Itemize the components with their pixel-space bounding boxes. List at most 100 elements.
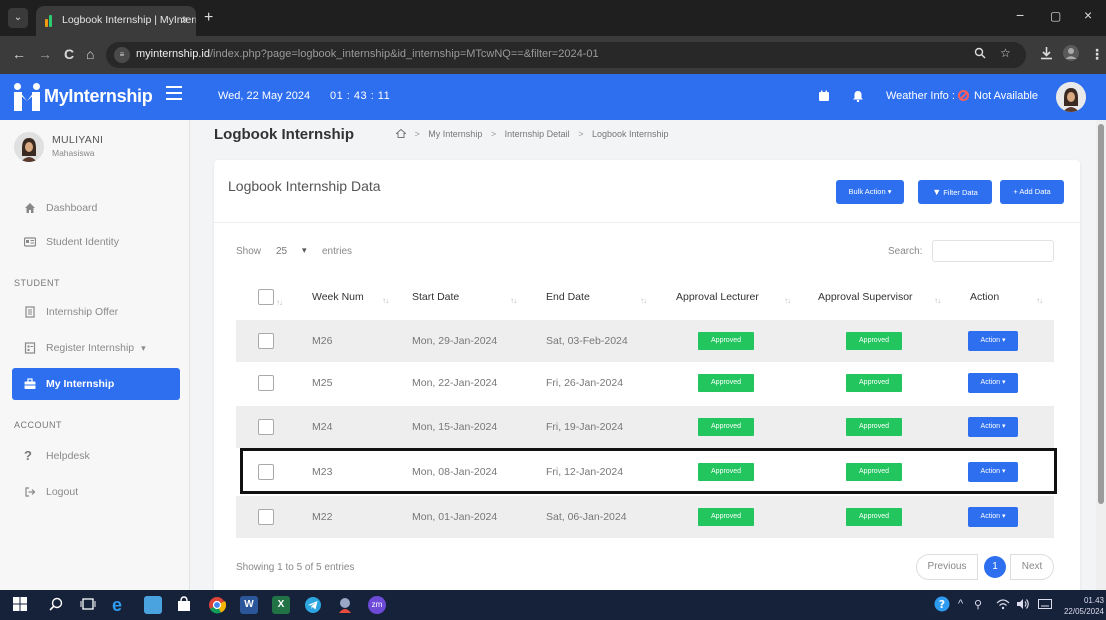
row-checkbox[interactable] [258, 419, 274, 435]
current-time: 01 : 43 : 11 [330, 90, 391, 102]
store-icon[interactable] [176, 596, 194, 614]
wifi-icon[interactable] [996, 598, 1010, 613]
bulk-action-button[interactable]: Bulk Action ▾ [836, 180, 904, 204]
zoom-icon[interactable] [974, 47, 986, 62]
back-icon[interactable]: ← [12, 46, 26, 62]
sort-icon[interactable]: ↑↓ [510, 296, 517, 305]
sidebar-item-my-internship[interactable]: My Internship [12, 368, 180, 400]
window-close-icon[interactable]: × [1084, 7, 1092, 23]
sort-icon[interactable]: ↑↓ [276, 298, 283, 307]
column-header-approval-lecturer[interactable]: Approval Lecturer [676, 291, 759, 303]
windows-start-icon[interactable] [12, 596, 30, 614]
sidebar-item-logout[interactable]: Logout [12, 476, 180, 508]
select-all-checkbox[interactable] [258, 289, 274, 305]
sidebar-item-student-identity[interactable]: Student Identity [12, 226, 180, 258]
address-bar[interactable]: ≡ myinternship.id/index.php?page=logbook… [106, 42, 1026, 68]
column-header-end-date[interactable]: End Date [546, 291, 590, 303]
search-input[interactable] [932, 240, 1054, 262]
table-header: ↑↓ Week Num ↑↓ Start Date ↑↓ End Date ↑↓… [236, 278, 1054, 316]
sort-icon[interactable]: ↑↓ [934, 296, 941, 305]
site-info-icon[interactable]: ≡ [114, 47, 130, 63]
reload-icon[interactable]: C [64, 46, 74, 62]
row-action-button[interactable]: Action ▾ [968, 417, 1018, 437]
pagination-previous[interactable]: Previous [916, 554, 978, 580]
column-header-start-date[interactable]: Start Date [412, 291, 459, 303]
tab-close-icon[interactable]: × [181, 13, 188, 27]
telegram-icon[interactable] [304, 596, 322, 614]
row-checkbox[interactable] [258, 464, 274, 480]
approval-supervisor-badge: Approved [846, 332, 902, 350]
new-tab-button[interactable]: + [204, 9, 213, 27]
row-action-button[interactable]: Action ▾ [968, 507, 1018, 527]
browser-tab-bar: ⌄ Logbook Internship | MyIntern × + − ▢ … [0, 0, 1106, 36]
sort-icon[interactable]: ↑↓ [1036, 296, 1043, 305]
network-icon[interactable]: ⚲ [974, 598, 982, 611]
breadcrumb-home-icon[interactable] [395, 128, 407, 138]
calendar-icon[interactable] [818, 90, 830, 102]
sidebar-item-register-internship[interactable]: Register Internship ▾ [12, 332, 180, 364]
logbook-card: Logbook Internship Data Bulk Action ▾ ▼ … [214, 160, 1080, 596]
help-icon[interactable]: ? [934, 596, 950, 615]
sort-icon[interactable]: ↑↓ [784, 296, 791, 305]
download-icon[interactable] [1040, 46, 1053, 63]
pagination-page-1[interactable]: 1 [984, 556, 1006, 578]
chrome-icon[interactable] [208, 596, 227, 614]
search-icon[interactable] [48, 596, 66, 614]
home-icon[interactable]: ⌂ [86, 46, 94, 62]
sidebar-user-name: MULIYANI [52, 134, 104, 146]
excel-icon[interactable]: X [272, 596, 290, 614]
taskbar-clock[interactable]: 01.43 22/05/2024 [1060, 595, 1104, 617]
column-header-approval-supervisor[interactable]: Approval Supervisor [818, 291, 913, 303]
tray-chevron-icon[interactable]: ^ [958, 598, 963, 610]
table-row: M25 Mon, 22-Jan-2024 Fri, 26-Jan-2024 Ap… [236, 362, 1054, 404]
sidebar-item-internship-offer[interactable]: Internship Offer [12, 296, 180, 328]
row-checkbox[interactable] [258, 509, 274, 525]
sidebar-item-helpdesk[interactable]: ? Helpdesk [12, 440, 180, 472]
keyboard-icon[interactable] [1038, 598, 1052, 613]
approval-lecturer-badge: Approved [698, 463, 754, 481]
row-action-button[interactable]: Action ▾ [968, 331, 1018, 351]
edge-browser-icon[interactable]: e [112, 596, 130, 614]
maximize-icon[interactable]: ▢ [1050, 9, 1061, 23]
forward-icon[interactable]: → [38, 46, 52, 62]
column-header-action[interactable]: Action [970, 291, 999, 303]
browser-tab-active[interactable]: Logbook Internship | MyIntern × [36, 6, 196, 36]
page-scrollbar[interactable] [1096, 120, 1106, 590]
row-checkbox[interactable] [258, 333, 274, 349]
app-brand[interactable]: MyInternship [0, 74, 190, 120]
menu-toggle-icon[interactable] [166, 86, 182, 100]
cell-end-date: Fri, 19-Jan-2024 [546, 421, 624, 433]
browser-menu-icon[interactable]: ⋮ [1090, 46, 1104, 63]
notification-bell-icon[interactable] [852, 90, 864, 103]
column-header-week-num[interactable]: Week Num [312, 291, 364, 303]
sort-icon[interactable]: ↑↓ [382, 296, 389, 305]
minimize-icon[interactable]: − [1016, 7, 1024, 23]
breadcrumb-internship-detail[interactable]: Internship Detail [505, 129, 570, 139]
filter-data-button[interactable]: ▼ Filter Data [918, 180, 992, 204]
pagination-next[interactable]: Next [1010, 554, 1054, 580]
breadcrumb-current: Logbook Internship [591, 129, 669, 139]
app-icon[interactable] [336, 596, 354, 614]
add-data-button[interactable]: + Add Data [1000, 180, 1064, 204]
row-checkbox[interactable] [258, 375, 274, 391]
scrollbar-thumb[interactable] [1098, 124, 1104, 504]
photos-icon[interactable] [144, 596, 162, 614]
entries-per-page-select[interactable]: 25 ▾ [272, 241, 318, 261]
avatar[interactable] [1056, 82, 1086, 112]
bookmark-star-icon[interactable]: ☆ [1000, 46, 1011, 60]
sidebar-item-dashboard[interactable]: Dashboard [12, 192, 180, 224]
task-view-icon[interactable] [80, 596, 98, 614]
profile-icon[interactable] [1062, 44, 1080, 65]
word-icon[interactable]: W [240, 596, 258, 614]
volume-icon[interactable] [1016, 598, 1030, 613]
svg-text:?: ? [939, 598, 945, 611]
sort-icon[interactable]: ↑↓ [640, 296, 647, 305]
tab-search-button[interactable]: ⌄ [8, 8, 28, 28]
id-card-icon [23, 236, 37, 248]
filter-icon: ▼ [932, 187, 942, 197]
breadcrumb-my-internship[interactable]: My Internship [428, 129, 482, 139]
zoom-app-icon[interactable]: zm [368, 596, 386, 614]
row-action-button[interactable]: Action ▾ [968, 462, 1018, 482]
row-action-button[interactable]: Action ▾ [968, 373, 1018, 393]
chevron-down-icon: ▾ [302, 245, 307, 255]
